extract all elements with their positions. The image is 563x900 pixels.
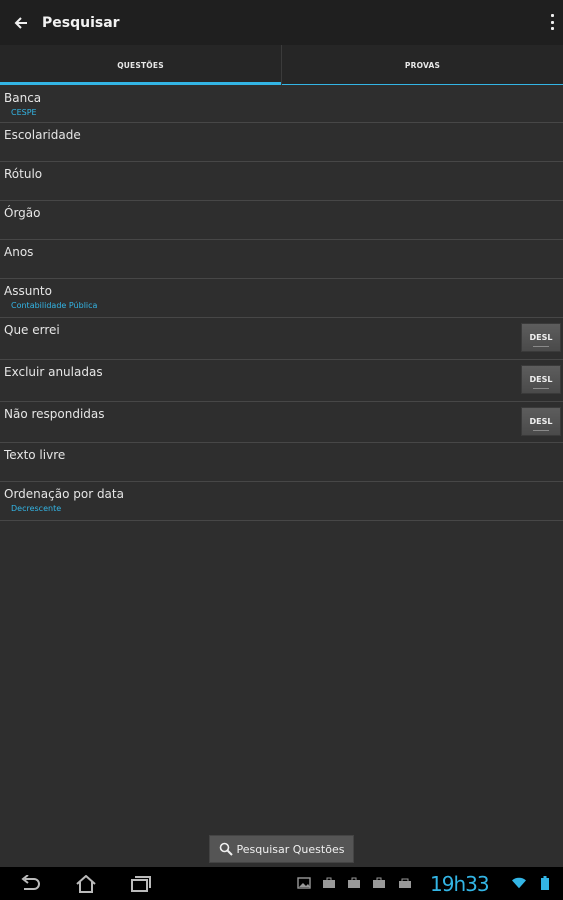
filter-list: Banca CESPE Escolaridade Rótulo Órgão An… xyxy=(0,86,563,521)
image-icon xyxy=(297,877,311,889)
status-clock: 19h33 xyxy=(430,872,490,896)
search-questions-button[interactable]: Pesquisar Questões xyxy=(209,835,354,863)
arrow-left-icon xyxy=(14,16,27,29)
tab-questoes[interactable]: QUESTÕES xyxy=(0,45,281,85)
filter-rotulo[interactable]: Rótulo xyxy=(0,162,563,201)
home-nav-icon[interactable] xyxy=(74,873,98,895)
battery-icon xyxy=(540,876,550,890)
wifi-icon xyxy=(512,877,526,889)
tab-provas[interactable]: PROVAS xyxy=(281,45,563,85)
filter-label: Ordenação por data xyxy=(4,487,124,501)
system-navigation-bar: 19h33 xyxy=(0,867,563,900)
filter-label: Anos xyxy=(4,245,34,259)
action-bar: Pesquisar xyxy=(0,0,563,45)
search-button-label: Pesquisar Questões xyxy=(236,842,345,856)
tab-label: PROVAS xyxy=(404,60,441,70)
filter-ordenacao[interactable]: Ordenação por data Decrescente xyxy=(0,482,563,521)
briefcase-icon xyxy=(347,877,361,889)
filter-label: Texto livre xyxy=(4,448,66,462)
filter-value: Contabilidade Pública xyxy=(11,301,98,310)
tab-bar: QUESTÕES PROVAS xyxy=(0,45,563,85)
filter-label: Não respondidas xyxy=(4,407,105,421)
filter-label: Escolaridade xyxy=(4,128,81,142)
nao-respondidas-toggle[interactable]: DESL xyxy=(521,407,561,436)
filter-texto-livre[interactable]: Texto livre xyxy=(0,443,563,482)
tab-label: QUESTÕES xyxy=(117,60,164,70)
search-icon xyxy=(219,842,233,856)
back-nav-icon[interactable] xyxy=(18,873,42,895)
filter-escolaridade[interactable]: Escolaridade xyxy=(0,123,563,162)
filter-label: Excluir anuladas xyxy=(4,365,103,379)
store-icon xyxy=(398,877,412,889)
filter-anos[interactable]: Anos xyxy=(0,240,563,279)
filter-label: Banca xyxy=(4,91,42,105)
filter-nao-respondidas: Não respondidas DESL xyxy=(0,402,563,443)
excluir-anuladas-toggle[interactable]: DESL xyxy=(521,365,561,394)
filter-value: CESPE xyxy=(11,108,37,117)
filter-label: Rótulo xyxy=(4,167,43,181)
filter-que-errei: Que errei DESL xyxy=(0,318,563,360)
filter-label: Assunto xyxy=(4,284,52,298)
filter-excluir-anuladas: Excluir anuladas DESL xyxy=(0,360,563,402)
filter-label: Que errei xyxy=(4,323,60,337)
filter-orgao[interactable]: Órgão xyxy=(0,201,563,240)
back-button[interactable] xyxy=(4,0,38,45)
recent-apps-nav-icon[interactable] xyxy=(129,873,153,895)
overflow-menu-icon[interactable] xyxy=(549,14,555,30)
filter-assunto[interactable]: Assunto Contabilidade Pública xyxy=(0,279,563,318)
briefcase-icon xyxy=(372,877,386,889)
filter-label: Órgão xyxy=(4,206,41,220)
filter-banca[interactable]: Banca CESPE xyxy=(0,86,563,123)
filter-value: Decrescente xyxy=(11,504,62,513)
page-title: Pesquisar xyxy=(42,14,120,31)
briefcase-icon xyxy=(322,877,336,889)
que-errei-toggle[interactable]: DESL xyxy=(521,323,561,352)
